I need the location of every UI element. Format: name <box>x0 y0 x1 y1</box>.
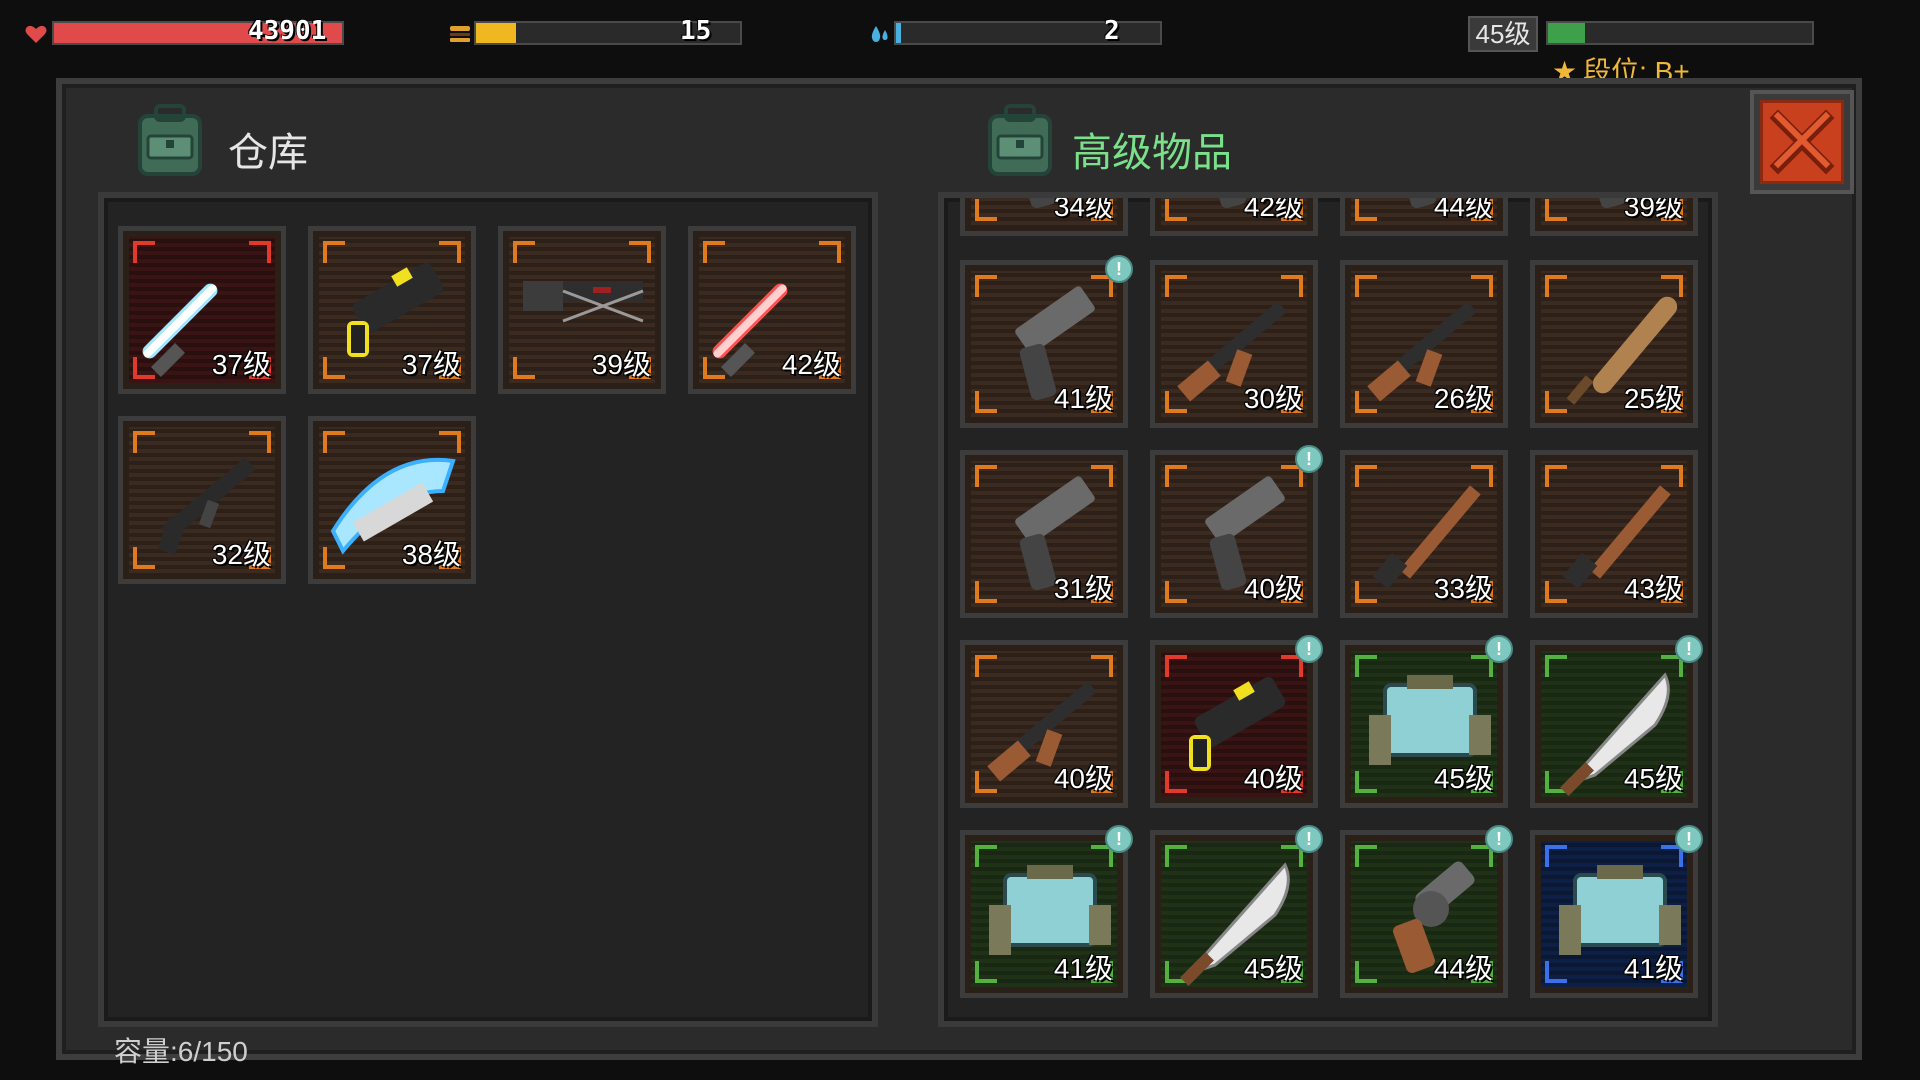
premium-grid[interactable]: 34级 42级 44级 39级 41级! 30级 26级 25级 31级 40级! 33级 43级 40… <box>938 192 1718 1027</box>
warehouse-slot[interactable]: 37级 <box>118 226 286 394</box>
premium-slot[interactable]: 33级 <box>1340 450 1508 618</box>
item-level: 41级 <box>1623 953 1683 984</box>
premium-slot[interactable]: 43级 <box>1530 450 1698 618</box>
premium-slot[interactable]: 40级! <box>1150 445 1323 618</box>
item-level: 41级 <box>1053 953 1113 984</box>
backpack-icon <box>138 104 202 176</box>
item-level: 25级 <box>1623 383 1683 414</box>
new-badge-icon: ! <box>1295 825 1323 853</box>
item-level: 37级 <box>211 349 271 380</box>
premium-slot[interactable]: 41级! <box>960 825 1133 998</box>
item-level: 40级 <box>1053 763 1113 794</box>
water-bar: 2 <box>868 16 1168 48</box>
premium-slot[interactable]: 30级 <box>1150 260 1318 428</box>
new-badge-icon: ! <box>1675 635 1703 663</box>
premium-slot[interactable]: 45级! <box>1530 635 1703 808</box>
new-badge-icon: ! <box>1295 445 1323 473</box>
item-level: 38级 <box>401 539 461 570</box>
warehouse-slot[interactable]: 42级 <box>688 226 856 394</box>
item-level: 45级 <box>1623 763 1683 794</box>
premium-slot-partial[interactable]: 42级 <box>1150 192 1318 236</box>
item-level: 34级 <box>1053 192 1113 222</box>
new-badge-icon: ! <box>1485 635 1513 663</box>
item-level: 31级 <box>1053 573 1113 604</box>
new-badge-icon: ! <box>1105 255 1133 283</box>
warehouse-slot[interactable]: 37级 <box>308 226 476 394</box>
premium-slot[interactable]: 25级 <box>1530 260 1698 428</box>
premium-slot[interactable]: 40级 <box>960 640 1128 808</box>
item-level: 40级 <box>1243 573 1303 604</box>
heart-icon <box>25 25 47 43</box>
item-level: 39级 <box>1623 192 1683 222</box>
new-badge-icon: ! <box>1105 825 1133 853</box>
warehouse-slot[interactable]: 39级 <box>498 226 666 394</box>
backpack-icon <box>988 104 1052 176</box>
premium-slot[interactable]: 31级 <box>960 450 1128 618</box>
premium-slot-partial[interactable]: 34级 <box>960 192 1128 236</box>
premium-title: 高级物品 <box>1072 131 1232 175</box>
premium-slot[interactable]: 45级! <box>1340 635 1513 808</box>
close-icon <box>1769 109 1835 175</box>
item-level: 45级 <box>1433 763 1493 794</box>
player-level: 45级 <box>1468 16 1538 52</box>
xp-bar <box>1546 18 1814 48</box>
item-level: 37级 <box>401 349 461 380</box>
item-level: 26级 <box>1433 383 1493 414</box>
premium-slot[interactable]: 44级! <box>1340 825 1513 998</box>
hunger-value: 15 <box>680 16 712 46</box>
item-level: 39级 <box>591 349 651 380</box>
new-badge-icon: ! <box>1675 825 1703 853</box>
item-level: 43级 <box>1623 573 1683 604</box>
premium-slot[interactable]: 40级! <box>1150 635 1323 808</box>
new-badge-icon: ! <box>1295 635 1323 663</box>
item-level: 42级 <box>781 349 841 380</box>
water-drop-icon <box>871 26 888 42</box>
premium-slot[interactable]: 45级! <box>1150 825 1323 998</box>
premium-slot-partial[interactable]: 44级 <box>1340 192 1508 236</box>
hunger-bar: 15 <box>448 16 748 48</box>
premium-slot[interactable]: 26级 <box>1340 260 1508 428</box>
item-level: 40级 <box>1243 763 1303 794</box>
item-level: 33级 <box>1433 573 1493 604</box>
capacity-label: 容量:6/150 <box>114 1036 248 1067</box>
item-level: 41级 <box>1053 383 1113 414</box>
hunger-fill <box>476 23 516 43</box>
close-button[interactable] <box>1750 90 1854 194</box>
water-fill <box>896 23 902 43</box>
new-badge-icon: ! <box>1485 825 1513 853</box>
premium-slot-partial[interactable]: 39级 <box>1530 192 1698 236</box>
item-level: 44级 <box>1433 953 1493 984</box>
health-value: 43901 <box>248 16 327 46</box>
warehouse-title: 仓库 <box>228 131 308 175</box>
burger-icon <box>450 26 470 42</box>
warehouse-slot[interactable]: 32级 <box>118 416 286 584</box>
item-level: 45级 <box>1243 953 1303 984</box>
item-level: 44级 <box>1433 192 1493 222</box>
water-value: 2 <box>1104 16 1120 46</box>
item-level: 30级 <box>1243 383 1303 414</box>
xp-fill <box>1548 23 1585 43</box>
item-level: 42级 <box>1243 192 1303 222</box>
warehouse-slot[interactable]: 38级 <box>308 416 476 584</box>
premium-slot[interactable]: 41级! <box>1530 825 1703 998</box>
item-level: 32级 <box>211 539 271 570</box>
premium-slot[interactable]: 41级! <box>960 255 1133 428</box>
health-bar: 43901 <box>22 16 344 48</box>
